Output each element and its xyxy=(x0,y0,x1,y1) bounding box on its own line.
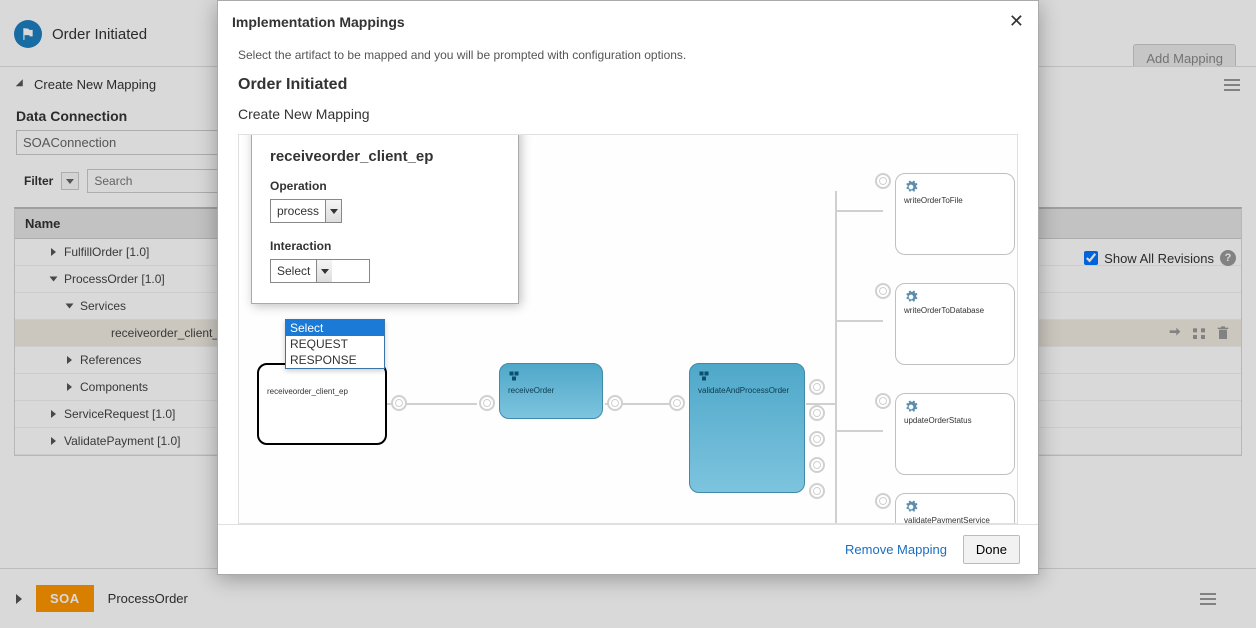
modal-heading: Order Initiated xyxy=(238,76,1018,94)
gear-icon xyxy=(904,290,918,304)
node-write-order-file[interactable]: writeOrderToFile xyxy=(895,173,1015,255)
node-validate-process[interactable]: validateAndProcessOrder xyxy=(689,363,805,493)
connector[interactable] xyxy=(607,395,623,411)
close-icon[interactable]: ✕ xyxy=(1009,11,1024,32)
option-select[interactable]: Select xyxy=(286,320,384,336)
operation-select[interactable]: process xyxy=(270,199,342,223)
modal-subtext: Select the artifact to be mapped and you… xyxy=(238,48,1018,62)
connector[interactable] xyxy=(809,457,825,473)
node-validate-payment-service[interactable]: validatePaymentService xyxy=(895,493,1015,524)
node-receiveorder-client[interactable]: receiveorder_client_ep xyxy=(257,363,387,445)
connector[interactable] xyxy=(669,395,685,411)
option-request[interactable]: REQUEST xyxy=(286,336,384,352)
connector[interactable] xyxy=(875,493,891,509)
connector[interactable] xyxy=(809,483,825,499)
operation-label: Operation xyxy=(270,179,500,193)
option-response[interactable]: RESPONSE xyxy=(286,352,384,368)
connector[interactable] xyxy=(875,283,891,299)
gear-icon xyxy=(904,180,918,194)
modal-overlay: Implementation Mappings ✕ Select the art… xyxy=(0,0,1256,628)
popover-title: receiveorder_client_ep xyxy=(270,148,500,165)
connector[interactable] xyxy=(809,379,825,395)
node-receiveorder[interactable]: receiveOrder xyxy=(499,363,603,419)
implementation-mappings-modal: Implementation Mappings ✕ Select the art… xyxy=(217,0,1039,575)
modal-title: Implementation Mappings xyxy=(232,14,405,30)
interaction-dropdown[interactable]: Select REQUEST RESPONSE xyxy=(285,319,385,369)
node-write-order-db[interactable]: writeOrderToDatabase xyxy=(895,283,1015,365)
gear-icon xyxy=(904,400,918,414)
modal-subheading: Create New Mapping xyxy=(238,106,1018,122)
artifact-popover: receiveorder_client_ep Operation process… xyxy=(251,134,519,304)
node-update-order-status[interactable]: updateOrderStatus xyxy=(895,393,1015,475)
chevron-down-icon xyxy=(325,200,341,222)
connector[interactable] xyxy=(875,393,891,409)
remove-mapping-button[interactable]: Remove Mapping xyxy=(845,542,947,557)
done-button[interactable]: Done xyxy=(963,535,1020,564)
interaction-select[interactable]: Select xyxy=(270,259,370,283)
chevron-down-icon xyxy=(316,260,332,282)
connector[interactable] xyxy=(809,405,825,421)
interaction-label: Interaction xyxy=(270,239,500,253)
connector[interactable] xyxy=(809,431,825,447)
connector[interactable] xyxy=(479,395,495,411)
connector[interactable] xyxy=(875,173,891,189)
gear-icon xyxy=(904,500,918,514)
composite-diagram[interactable]: receiveorder_client_ep receiveOrder va xyxy=(238,134,1018,524)
connector[interactable] xyxy=(391,395,407,411)
